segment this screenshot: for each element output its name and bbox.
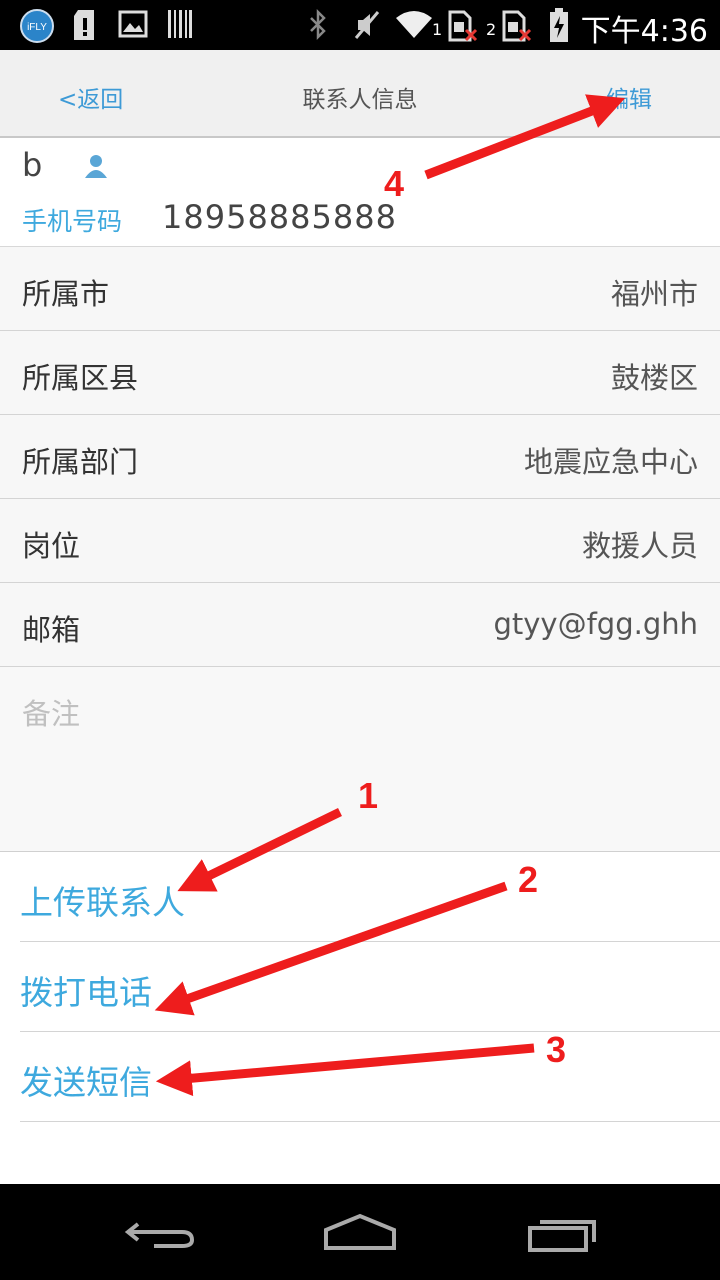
field-value: 救援人员	[581, 529, 698, 563]
field-value: 地震应急中心	[523, 445, 698, 479]
phone-value: 18958885888	[162, 198, 397, 236]
call-button[interactable]: 拨打电话	[20, 942, 720, 1032]
wifi-icon	[396, 11, 432, 38]
info-row-position: 岗位 救援人员	[0, 499, 720, 583]
field-label: 所属市	[22, 277, 110, 311]
clock: 下午4:36	[580, 14, 708, 49]
field-value: 福州市	[610, 277, 698, 311]
sim2-number: 2	[486, 20, 497, 39]
status-bar: iFLY 1 2 下午4:36	[0, 0, 720, 50]
action-label: 上传联系人	[20, 883, 185, 922]
barcode-icon	[168, 10, 192, 38]
battery-icon	[550, 8, 568, 42]
note-field[interactable]: 备注	[0, 667, 720, 852]
info-row-district: 所属区县 鼓楼区	[0, 331, 720, 415]
field-label: 邮箱	[22, 613, 81, 647]
sd-card-icon	[74, 10, 94, 40]
contact-header: b 手机号码 18958885888	[0, 138, 720, 247]
info-row-department: 所属部门 地震应急中心	[0, 415, 720, 499]
field-label: 所属部门	[22, 445, 139, 479]
sim2-icon	[502, 10, 532, 42]
ifly-app-icon: iFLY	[20, 9, 54, 43]
edit-button[interactable]: 编辑	[606, 80, 652, 114]
recent-apps-icon[interactable]	[526, 1214, 598, 1254]
bluetooth-icon	[310, 8, 326, 41]
phone-label: 手机号码	[22, 207, 123, 236]
field-label: 所属区县	[22, 361, 139, 395]
action-label: 拨打电话	[20, 973, 152, 1012]
top-nav-bar: <返回 联系人信息 编辑	[0, 50, 720, 138]
svg-text:iFLY: iFLY	[27, 22, 47, 33]
note-placeholder: 备注	[22, 697, 81, 731]
sim1-number: 1	[432, 20, 443, 39]
field-value: gtyy@fgg.ghh	[493, 607, 698, 641]
field-value: 鼓楼区	[610, 361, 698, 395]
field-label: 岗位	[22, 529, 81, 563]
image-icon	[118, 10, 148, 38]
info-row-city: 所属市 福州市	[0, 247, 720, 331]
action-label: 发送短信	[20, 1063, 152, 1102]
info-row-email: 邮箱 gtyy@fgg.ghh	[0, 583, 720, 667]
mute-icon	[354, 11, 380, 39]
person-icon	[85, 155, 107, 178]
send-sms-button[interactable]: 发送短信	[20, 1032, 720, 1122]
back-icon[interactable]	[124, 1214, 196, 1254]
home-icon[interactable]	[322, 1212, 398, 1252]
upload-contact-button[interactable]: 上传联系人	[20, 852, 720, 942]
system-nav-bar	[0, 1184, 720, 1280]
sim1-icon	[448, 10, 478, 42]
contact-name: b	[22, 146, 43, 184]
